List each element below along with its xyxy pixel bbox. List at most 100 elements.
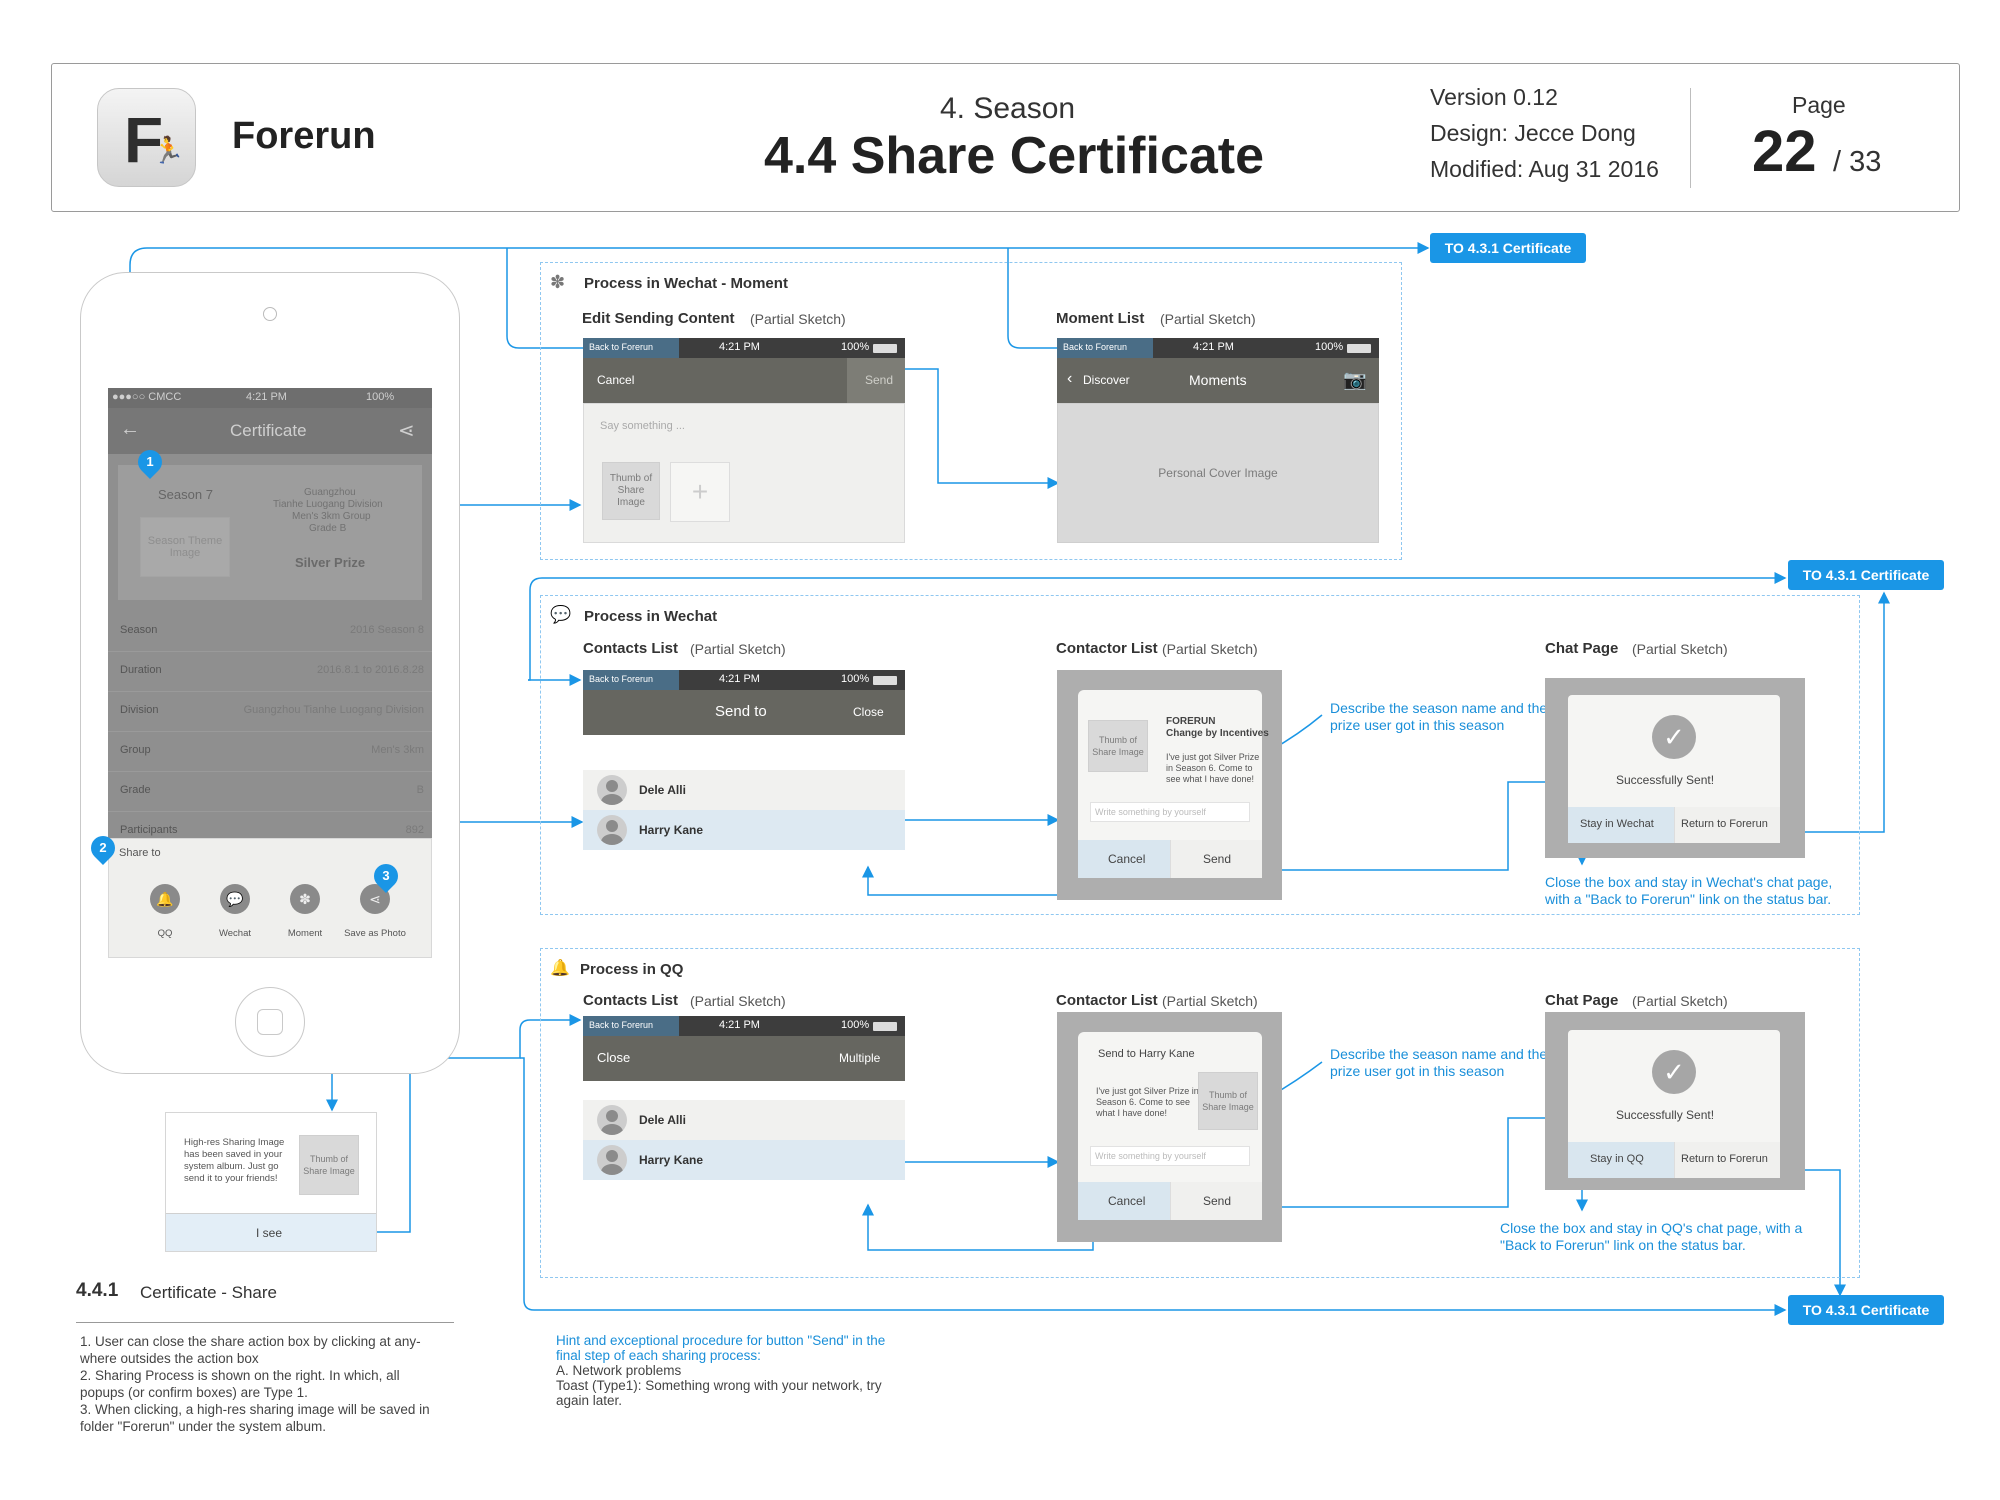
- note-line: 1. User can close the share action box b…: [80, 1334, 421, 1349]
- subsection-title: Certificate - Share: [140, 1283, 277, 1302]
- wechat-contact-list: Dele Alli Harry Kane: [583, 770, 905, 850]
- battery-icon: [873, 344, 897, 353]
- qq-contact-row-harry[interactable]: Harry Kane: [583, 1140, 905, 1180]
- moment-section-title: Process in Wechat - Moment: [584, 275, 788, 292]
- i-see-button[interactable]: I see: [166, 1213, 376, 1251]
- avatar: [597, 775, 627, 805]
- share-option-qq[interactable]: 🔔 QQ: [131, 880, 199, 940]
- info-row: Grade B: [108, 772, 432, 812]
- qq-send-button[interactable]: Send: [1170, 1182, 1262, 1220]
- wechat-close-note: Close the box and stay in Wechat's chat …: [1545, 874, 1833, 907]
- home-button-square: [257, 1009, 283, 1035]
- qq-contact-list: Dele Alli Harry Kane: [583, 1100, 905, 1180]
- certificate-card: Season 7 Season Theme Image Guangzhou Ti…: [118, 465, 422, 600]
- avatar: [597, 1105, 627, 1135]
- phone-camera: [263, 307, 277, 321]
- hint-title-line: final step of each sharing process:: [556, 1348, 761, 1363]
- qq-cancel-button[interactable]: Cancel: [1078, 1182, 1170, 1220]
- share-option-moment[interactable]: ✽ Moment: [271, 880, 339, 940]
- hint-body-line: again later.: [556, 1393, 623, 1408]
- phone-nav-bar: ← Certificate ⋖: [108, 408, 432, 454]
- edit-cancel-button[interactable]: Cancel: [597, 373, 634, 387]
- note-line: popups (or confirm boxes) are Type 1.: [80, 1385, 308, 1400]
- camera-icon[interactable]: 📷: [1343, 368, 1367, 392]
- stay-in-wechat-button[interactable]: Stay in Wechat: [1568, 807, 1674, 843]
- moment-section-icon: ✽: [550, 272, 566, 292]
- info-row: Division Guangzhou Tianhe Luogang Divisio…: [108, 692, 432, 732]
- edit-top-bar: Cancel Send: [583, 358, 905, 403]
- qq-close-button[interactable]: Close: [597, 1050, 630, 1065]
- qq-top-bar: Close Multiple: [583, 1036, 905, 1081]
- wechat-icon: 💬: [220, 884, 250, 914]
- qq-multiple-button[interactable]: Multiple: [839, 1051, 880, 1065]
- qq-close-note: Close the box and stay in QQ's chat page…: [1500, 1220, 1803, 1253]
- to-certificate-link-3[interactable]: TO 4.3.1 Certificate: [1788, 1295, 1944, 1325]
- write-something-input[interactable]: Write something by yourself: [1090, 802, 1250, 822]
- add-image-button[interactable]: +: [670, 462, 730, 522]
- info-row-value: Guangzhou Tianhe Luogang Division: [243, 704, 424, 716]
- qq-contact-row-dele[interactable]: Dele Alli: [583, 1100, 905, 1140]
- moment-icon: ✽: [290, 884, 320, 914]
- save-photo-popup: High-res Sharing Image has been saved in…: [165, 1112, 377, 1252]
- say-something-input[interactable]: Say something ...: [600, 420, 685, 432]
- qq-return-to-forerun-button[interactable]: Return to Forerun: [1674, 1142, 1780, 1178]
- share-option-save-photo[interactable]: ⋖ Save as Photo: [341, 880, 409, 940]
- note-line: where outsides the action box: [80, 1351, 259, 1366]
- info-row: Duration 2016.8.1 to 2016.8.28: [108, 652, 432, 692]
- wechat-section-title: Process in Wechat: [584, 608, 718, 625]
- to-certificate-link-2[interactable]: TO 4.3.1 Certificate: [1788, 560, 1944, 590]
- status-bar: Back to Forerun 4:21 PM 100%: [1057, 338, 1379, 358]
- battery-icon: [873, 1022, 897, 1031]
- contact-row-dele[interactable]: Dele Alli: [583, 770, 905, 810]
- share-option-wechat[interactable]: 💬 Wechat: [201, 880, 269, 940]
- back-chevron-icon[interactable]: ‹: [1067, 370, 1072, 388]
- info-row-value: Men's 3km: [371, 744, 424, 756]
- wechat-confirm-popup: Thumb of Share Image FORERUN Change by I…: [1078, 690, 1269, 878]
- moments-top-bar: ‹ Discover Moments 📷: [1057, 358, 1379, 403]
- info-row-value: B: [416, 784, 424, 796]
- qq-success-popup: ✓ Successfully Sent! Stay in QQ Return t…: [1568, 1030, 1780, 1178]
- share-to-label: Share to: [119, 847, 161, 859]
- info-row-label: Season: [120, 624, 158, 636]
- usage-notes: 1. User can close the share action box b…: [80, 1333, 430, 1435]
- qq-section-icon: 🔔: [550, 960, 570, 977]
- discover-link[interactable]: Discover: [1083, 373, 1130, 387]
- stay-in-qq-button[interactable]: Stay in QQ: [1568, 1142, 1674, 1178]
- info-row-label: Participants: [120, 824, 178, 836]
- moment-list-title: Moment List: [1056, 310, 1145, 327]
- contact-row-harry[interactable]: Harry Kane: [583, 810, 905, 850]
- prize-label: Silver Prize: [295, 555, 366, 570]
- status-bar: Back to Forerun 4:21 PM 100%: [583, 670, 905, 690]
- season-theme-image: Season Theme Image: [140, 517, 230, 577]
- qq-confirm-popup: Send to Harry Kane I've just got Silver …: [1078, 1032, 1262, 1220]
- qq-write-something-input[interactable]: Write something by yourself: [1090, 1146, 1250, 1166]
- footer-divider: [76, 1322, 454, 1323]
- note-line: 3. When clicking, a high-res sharing ima…: [80, 1402, 430, 1417]
- info-row-label: Duration: [120, 664, 162, 676]
- personal-cover-image: Personal Cover Image: [1057, 403, 1379, 543]
- back-arrow-icon[interactable]: ←: [120, 418, 140, 441]
- nav-title: Certificate: [230, 421, 307, 440]
- info-row: Season 2016 Season 8: [108, 612, 432, 652]
- info-row-value: 892: [405, 824, 424, 836]
- battery-icon: [1347, 344, 1371, 353]
- to-certificate-link-1[interactable]: TO 4.3.1 Certificate: [1430, 233, 1586, 263]
- share-icon[interactable]: ⋖: [398, 418, 415, 443]
- step-pin-1: 1: [133, 445, 167, 479]
- wechat-section-icon: 💬: [550, 605, 572, 624]
- info-row-label: Group: [120, 744, 151, 756]
- status-bar: Back to Forerun 4:21 PM 100%: [583, 338, 905, 358]
- wechat-send-button[interactable]: Send: [1170, 840, 1262, 878]
- check-circle-icon: ✓: [1652, 1050, 1696, 1094]
- return-to-forerun-button[interactable]: Return to Forerun: [1674, 807, 1780, 843]
- wechat-close-button[interactable]: Close: [853, 705, 884, 719]
- send-hint: Hint and exceptional procedure for butto…: [556, 1333, 885, 1408]
- qq-icon: 🔔: [150, 884, 180, 914]
- hint-body-line: Toast (Type1): Something wrong with your…: [556, 1378, 882, 1393]
- info-row: Group Men's 3km: [108, 732, 432, 772]
- wechat-cancel-button[interactable]: Cancel: [1078, 840, 1170, 878]
- info-row-label: Grade: [120, 784, 151, 796]
- step-pin-3: 3: [369, 859, 403, 893]
- subsection-number: 4.4.1: [76, 1280, 119, 1301]
- save-thumb-image: Thumb of Share Image: [299, 1135, 359, 1195]
